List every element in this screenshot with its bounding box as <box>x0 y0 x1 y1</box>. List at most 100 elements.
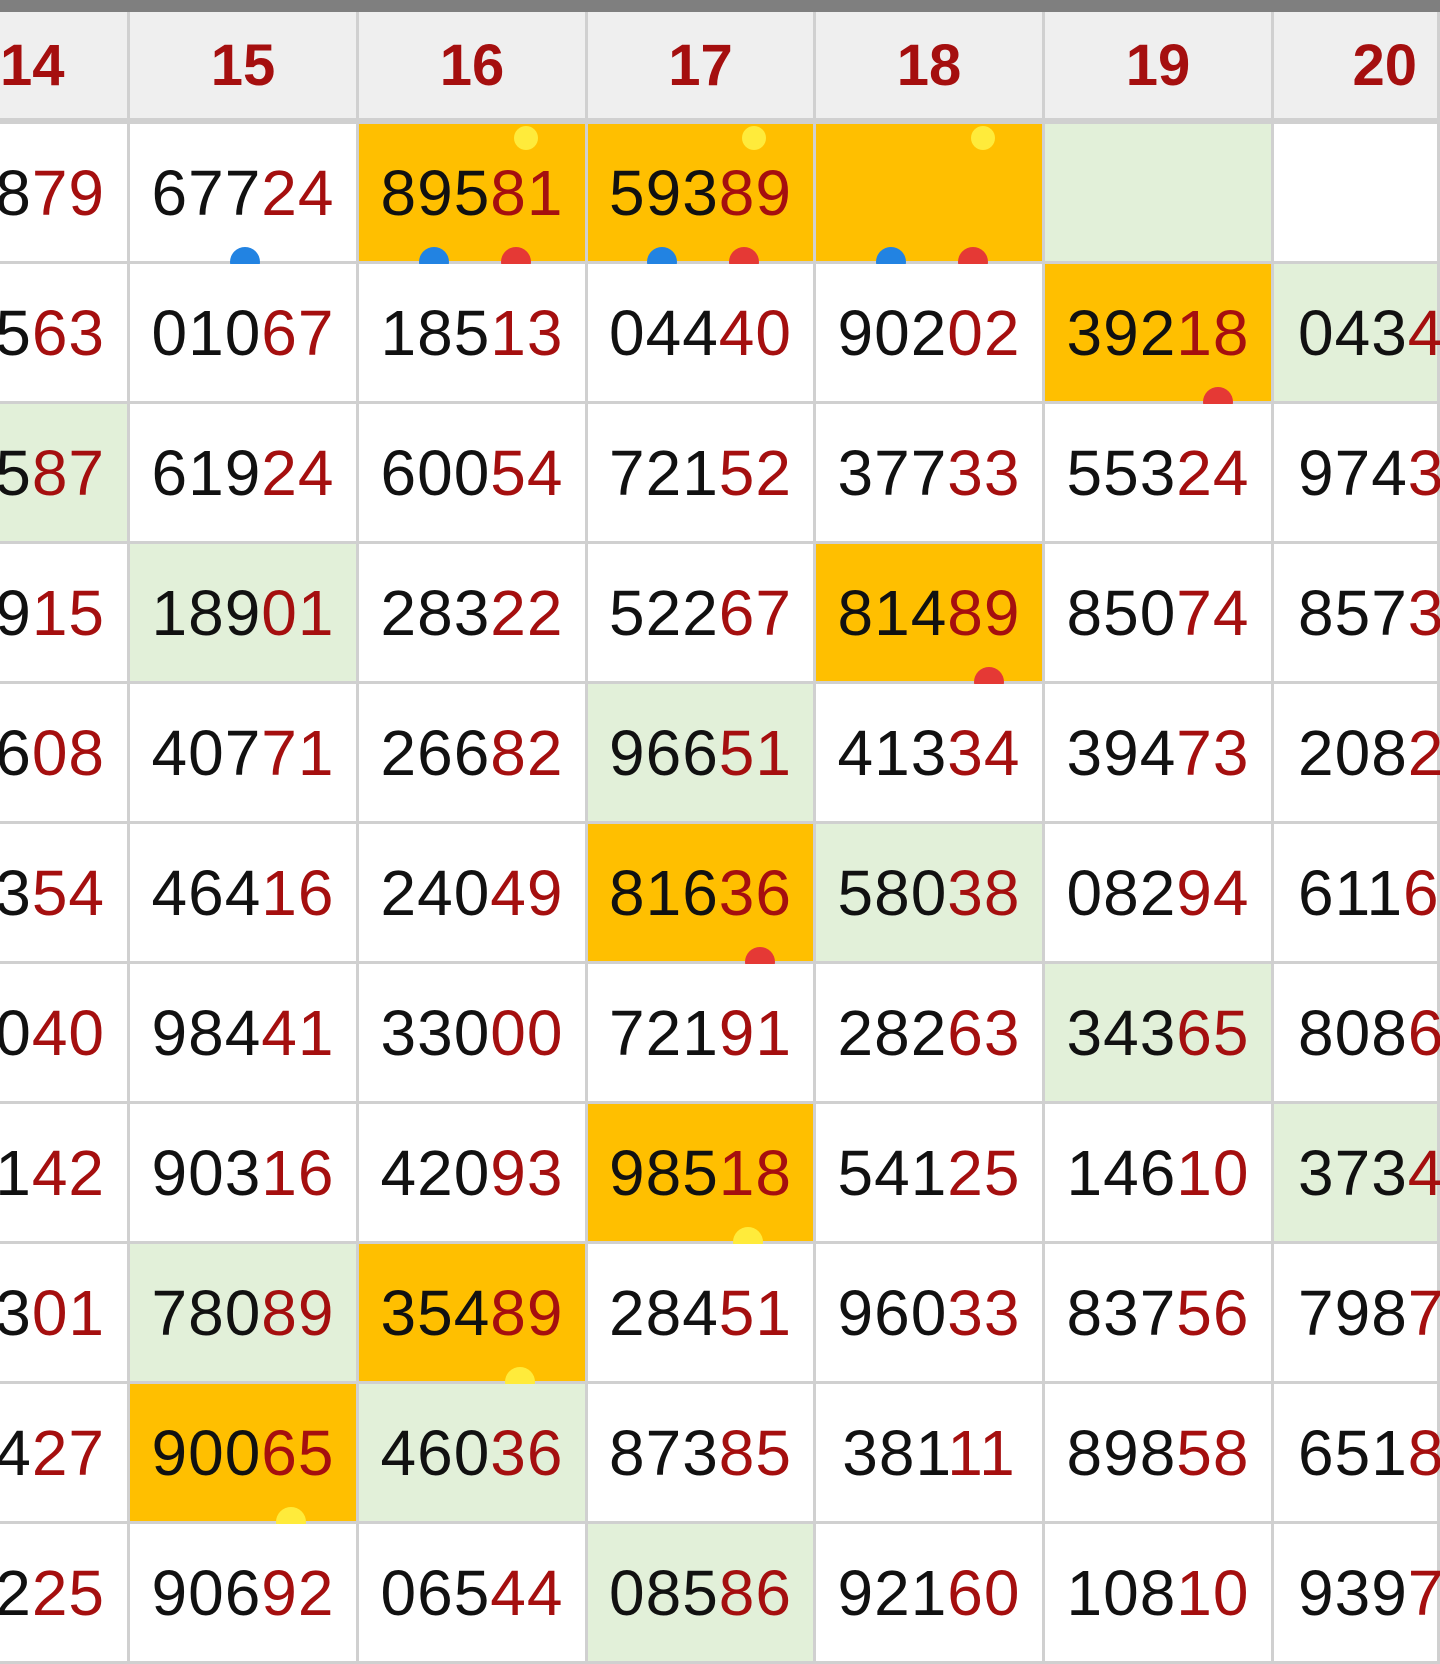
result-cell[interactable]: 90316 <box>130 1104 359 1244</box>
result-cell[interactable]: 67724 <box>130 124 359 264</box>
result-cell[interactable]: 81489 <box>816 544 1045 684</box>
result-cell[interactable]: 587 <box>0 404 130 544</box>
result-cell[interactable]: 96033 <box>816 1244 1045 1384</box>
column-header-15[interactable]: 15 <box>130 12 359 124</box>
result-cell[interactable]: 89858 <box>1045 1384 1274 1524</box>
result-cell[interactable]: 6518 <box>1274 1384 1440 1524</box>
result-cell[interactable]: 301 <box>0 1244 130 1384</box>
result-cell[interactable]: 3734 <box>1274 1104 1440 1244</box>
result-cell[interactable]: 37733 <box>816 404 1045 544</box>
result-cell[interactable]: 98518 <box>588 1104 816 1244</box>
result-cell[interactable]: 81636 <box>588 824 816 964</box>
column-header-19[interactable]: 19 <box>1045 12 1274 124</box>
result-cell[interactable]: 39473 <box>1045 684 1274 824</box>
result-cell[interactable]: 55324 <box>1045 404 1274 544</box>
result-cell[interactable]: 354 <box>0 824 130 964</box>
result-number: 9743 <box>1298 436 1440 510</box>
result-cell[interactable]: 915 <box>0 544 130 684</box>
result-cell[interactable]: 8573 <box>1274 544 1440 684</box>
column-header-20[interactable]: 20 <box>1274 12 1440 124</box>
result-cell[interactable]: 9743 <box>1274 404 1440 544</box>
result-cell[interactable]: 38111 <box>816 1384 1045 1524</box>
result-cell[interactable]: 61924 <box>130 404 359 544</box>
result-cell[interactable]: 879 <box>0 124 130 264</box>
result-cell[interactable]: 563 <box>0 264 130 404</box>
number-head-digits: 377 <box>837 436 948 509</box>
column-header-17[interactable]: 17 <box>588 12 816 124</box>
result-cell[interactable]: 08294 <box>1045 824 1274 964</box>
result-cell[interactable]: 9397 <box>1274 1524 1440 1664</box>
result-cell[interactable]: 608 <box>0 684 130 824</box>
result-cell[interactable]: 06544 <box>359 1524 588 1664</box>
result-cell[interactable]: 35489 <box>359 1244 588 1384</box>
result-cell[interactable]: 14610 <box>1045 1104 1274 1244</box>
result-cell[interactable]: 26682 <box>359 684 588 824</box>
result-cell[interactable]: 0434 <box>1274 264 1440 404</box>
column-header-18[interactable]: 18 <box>816 12 1045 124</box>
result-cell[interactable]: 92160 <box>816 1524 1045 1664</box>
number-tail-digits: 10 <box>1176 1136 1250 1209</box>
result-cell[interactable]: 34365 <box>1045 964 1274 1104</box>
result-cell[interactable]: 28451 <box>588 1244 816 1384</box>
number-head-digits: 721 <box>609 996 719 1069</box>
number-tail-digits: 41 <box>261 996 335 1069</box>
result-cell[interactable]: 28322 <box>359 544 588 684</box>
number-tail-digits: 10 <box>1176 1556 1250 1629</box>
result-cell[interactable]: 18901 <box>130 544 359 684</box>
result-cell[interactable]: 72152 <box>588 404 816 544</box>
result-cell[interactable] <box>1045 124 1274 264</box>
result-cell[interactable]: 04440 <box>588 264 816 404</box>
result-cell[interactable]: 90202 <box>816 264 1045 404</box>
result-cell[interactable]: 8086 <box>1274 964 1440 1104</box>
result-cell[interactable]: 46036 <box>359 1384 588 1524</box>
result-cell[interactable]: 10810 <box>1045 1524 1274 1664</box>
result-cell[interactable]: 52267 <box>588 544 816 684</box>
number-tail-digits: 67 <box>261 296 335 369</box>
result-cell[interactable]: 40771 <box>130 684 359 824</box>
result-cell[interactable]: 142 <box>0 1104 130 1244</box>
result-cell[interactable] <box>816 124 1045 264</box>
result-cell[interactable]: 6116 <box>1274 824 1440 964</box>
result-cell[interactable]: 85074 <box>1045 544 1274 684</box>
result-cell[interactable]: 33000 <box>359 964 588 1104</box>
result-cell[interactable]: 39218 <box>1045 264 1274 404</box>
result-cell[interactable]: 08586 <box>588 1524 816 1664</box>
result-cell[interactable]: 59389 <box>588 124 816 264</box>
result-cell[interactable]: 83756 <box>1045 1244 1274 1384</box>
result-cell[interactable]: 040 <box>0 964 130 1104</box>
number-head-digits: 580 <box>837 856 948 929</box>
result-number: 98518 <box>609 1136 792 1210</box>
result-cell[interactable]: 60054 <box>359 404 588 544</box>
column-header-16[interactable]: 16 <box>359 12 588 124</box>
result-cell[interactable]: 28263 <box>816 964 1045 1104</box>
result-cell[interactable]: 89581 <box>359 124 588 264</box>
result-cell[interactable]: 72191 <box>588 964 816 1104</box>
number-tail-digits: 6 <box>1403 856 1440 929</box>
result-cell[interactable]: 54125 <box>816 1104 1045 1244</box>
result-cell[interactable]: 7987 <box>1274 1244 1440 1384</box>
result-cell[interactable]: 225 <box>0 1524 130 1664</box>
result-cell[interactable]: 41334 <box>816 684 1045 824</box>
result-cell[interactable]: 78089 <box>130 1244 359 1384</box>
number-head-digits: 814 <box>837 576 948 649</box>
number-tail-digits: 6 <box>1407 996 1440 1069</box>
result-cell[interactable]: 58038 <box>816 824 1045 964</box>
result-cell[interactable]: 2082 <box>1274 684 1440 824</box>
result-cell[interactable]: 46416 <box>130 824 359 964</box>
result-cell[interactable]: 24049 <box>359 824 588 964</box>
result-cell[interactable]: 96651 <box>588 684 816 824</box>
result-cell[interactable]: 18513 <box>359 264 588 404</box>
result-cell[interactable]: 90065 <box>130 1384 359 1524</box>
result-cell[interactable]: 90692 <box>130 1524 359 1664</box>
result-cell[interactable]: 01067 <box>130 264 359 404</box>
result-cell[interactable]: 98441 <box>130 964 359 1104</box>
column-header-14[interactable]: 14 <box>0 12 130 124</box>
result-cell[interactable]: 42093 <box>359 1104 588 1244</box>
result-cell[interactable]: 427 <box>0 1384 130 1524</box>
result-cell[interactable] <box>1274 124 1440 264</box>
number-head-digits: 974 <box>1298 436 1408 509</box>
number-head-digits: 208 <box>1298 716 1408 789</box>
result-number: 55324 <box>1067 436 1250 510</box>
result-cell[interactable]: 87385 <box>588 1384 816 1524</box>
number-tail-digits: 49 <box>490 856 564 929</box>
